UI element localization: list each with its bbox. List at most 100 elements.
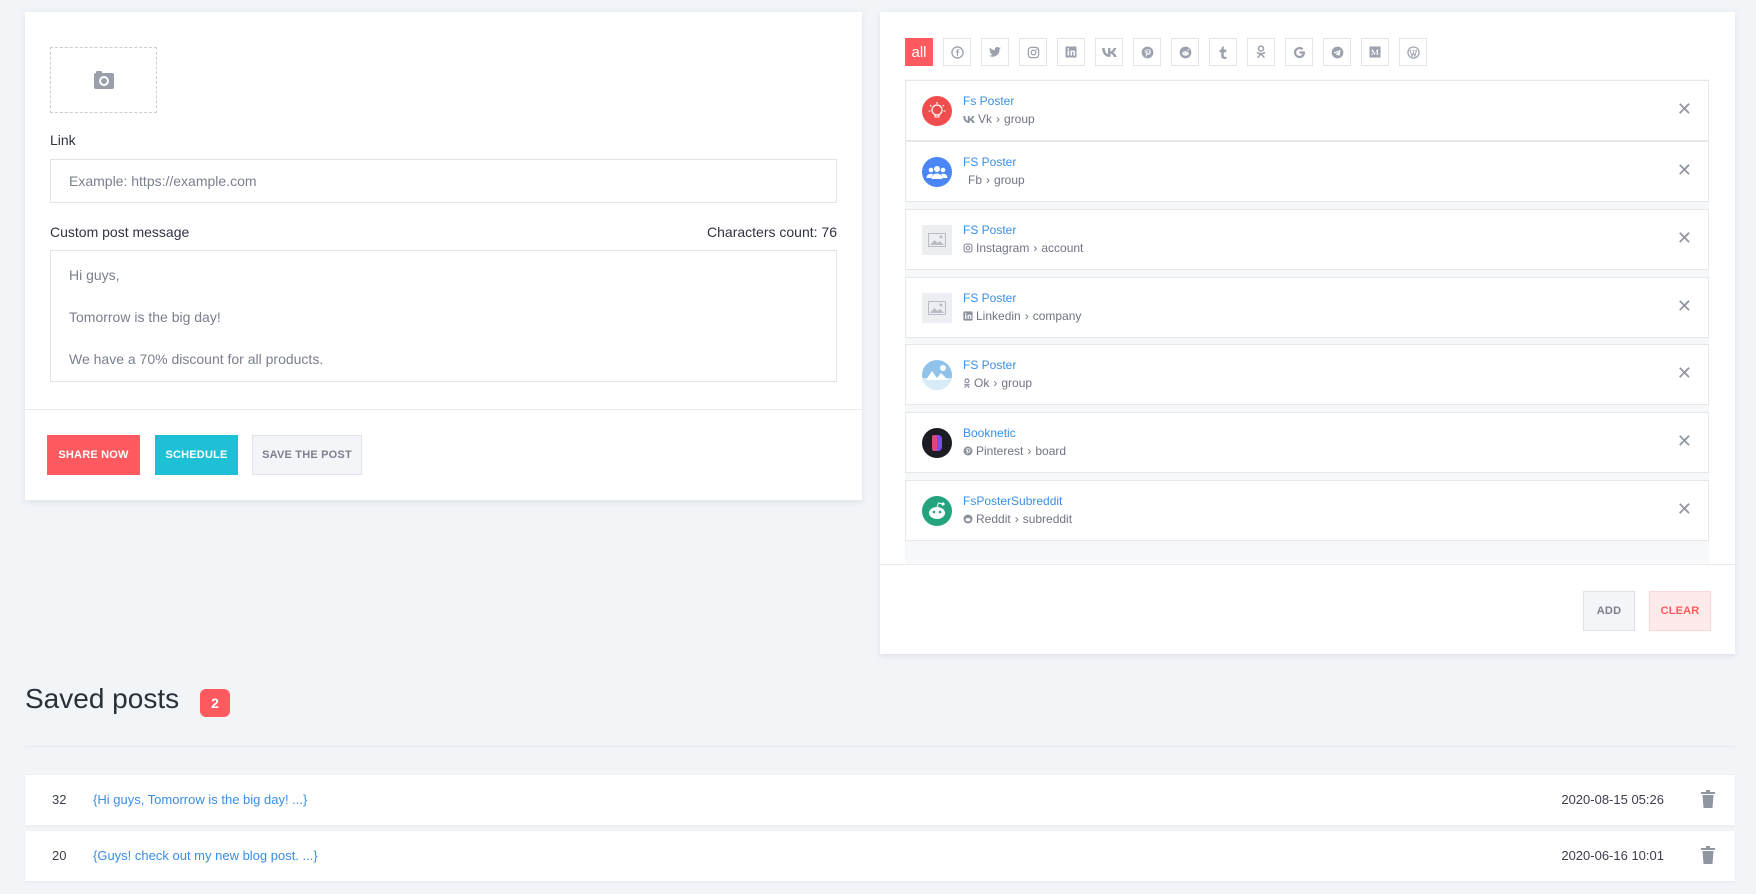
chevron-right-icon: › — [993, 376, 998, 390]
divider — [880, 564, 1735, 565]
avatar — [922, 428, 952, 458]
account-meta: Reddit › subreddit — [963, 512, 1072, 526]
chevron-right-icon: › — [1014, 512, 1019, 526]
account-network: Instagram — [976, 241, 1030, 255]
remove-icon[interactable]: ✕ — [1677, 99, 1692, 120]
trash-icon[interactable] — [1701, 846, 1715, 864]
medium-icon[interactable] — [1361, 38, 1389, 66]
account-meta: Ok › group — [963, 376, 1032, 390]
characters-count: Characters count: 76 — [707, 224, 837, 240]
chevron-right-icon: › — [986, 173, 991, 187]
remove-icon[interactable]: ✕ — [1677, 499, 1692, 520]
linkedin-icon — [963, 311, 973, 321]
odnoklassniki-icon[interactable] — [1247, 38, 1275, 66]
remove-icon[interactable]: ✕ — [1677, 296, 1692, 317]
odnoklassniki-icon — [963, 377, 971, 388]
account-row: Fs Poster Vk › group ✕ — [905, 80, 1709, 141]
post-composer-card: Link Custom post message Characters coun… — [25, 12, 862, 500]
vk-icon — [963, 115, 975, 123]
remove-icon[interactable]: ✕ — [1677, 363, 1692, 384]
add-button[interactable]: ADD — [1583, 591, 1635, 631]
account-network: Reddit — [976, 512, 1011, 526]
saved-posts-title: Saved posts — [25, 683, 180, 714]
clear-button[interactable]: CLEAR — [1649, 591, 1711, 631]
save-post-button[interactable]: SAVE THE POST — [252, 435, 362, 475]
image-placeholder-icon — [928, 233, 946, 247]
account-type: account — [1041, 241, 1084, 255]
avatar — [922, 225, 952, 255]
chevron-right-icon: › — [996, 112, 1001, 126]
account-type: group — [1004, 112, 1035, 126]
share-now-button[interactable]: SHARE NOW — [47, 435, 140, 475]
saved-post-row: 32 {Hi guys, Tomorrow is the big day! ..… — [25, 775, 1735, 825]
wordpress-icon[interactable] — [1399, 38, 1427, 66]
google-icon[interactable] — [1285, 38, 1313, 66]
account-meta: Pinterest › board — [963, 444, 1066, 458]
account-type: group — [1001, 376, 1033, 390]
image-placeholder-icon — [928, 301, 946, 315]
avatar — [922, 96, 952, 126]
network-filter-bar: all — [905, 38, 1427, 66]
account-network: Ok — [974, 376, 990, 390]
link-label: Link — [50, 132, 76, 148]
reddit-icon — [963, 514, 973, 524]
image-upload-area[interactable] — [50, 47, 157, 113]
remove-icon[interactable]: ✕ — [1677, 228, 1692, 249]
instagram-icon — [963, 243, 973, 253]
instagram-icon[interactable] — [1019, 38, 1047, 66]
account-row: FS Poster Ok › group ✕ — [905, 344, 1709, 405]
divider — [25, 409, 862, 410]
account-meta: Fb › group — [963, 173, 1025, 187]
pinterest-icon — [963, 446, 973, 456]
avatar — [922, 293, 952, 323]
divider — [25, 746, 1735, 747]
reddit-icon[interactable] — [1171, 38, 1199, 66]
account-network: Linkedin — [976, 309, 1021, 323]
camera-icon — [93, 71, 114, 89]
account-name[interactable]: FsPosterSubreddit — [963, 494, 1062, 508]
account-meta: Vk › group — [963, 112, 1035, 126]
post-id: 20 — [52, 848, 67, 863]
custom-message-textarea[interactable]: Hi guys, Tomorrow is the big day! We hav… — [50, 250, 837, 382]
account-network: Vk — [978, 112, 993, 126]
telegram-icon[interactable] — [1323, 38, 1351, 66]
account-network: Pinterest — [976, 444, 1024, 458]
saved-posts-count-badge: 2 — [200, 689, 230, 717]
trash-icon[interactable] — [1701, 790, 1715, 808]
twitter-icon[interactable] — [981, 38, 1009, 66]
account-row: FS Poster Fb › group ✕ — [905, 141, 1709, 202]
account-type: group — [994, 173, 1025, 187]
account-name[interactable]: FS Poster — [963, 155, 1016, 169]
account-type: subreddit — [1022, 512, 1073, 526]
vk-icon[interactable] — [1095, 38, 1123, 66]
account-row: Booknetic Pinterest › board ✕ — [905, 412, 1709, 473]
account-name[interactable]: FS Poster — [963, 223, 1016, 237]
account-name[interactable]: FS Poster — [963, 358, 1016, 372]
account-meta: Instagram › account — [963, 241, 1083, 255]
account-row: FS Poster Instagram › account ✕ — [905, 209, 1709, 270]
linkedin-icon[interactable] — [1057, 38, 1085, 66]
facebook-icon[interactable] — [943, 38, 971, 66]
account-type: board — [1035, 444, 1067, 458]
avatar — [922, 360, 952, 390]
message-label: Custom post message — [50, 224, 190, 240]
schedule-button[interactable]: SCHEDULE — [155, 435, 238, 475]
account-name[interactable]: Fs Poster — [963, 94, 1014, 108]
post-date: 2020-06-16 10:01 — [1561, 848, 1664, 863]
post-link[interactable]: {Guys! check out my new blog post. ...} — [93, 848, 318, 863]
accounts-card: all Fs Poster Vk › group ✕ FS Poster Fb … — [880, 12, 1735, 654]
account-name[interactable]: Booknetic — [963, 426, 1016, 440]
account-name[interactable]: FS Poster — [963, 291, 1016, 305]
remove-icon[interactable]: ✕ — [1677, 431, 1692, 452]
account-row: FsPosterSubreddit Reddit › subreddit ✕ — [905, 480, 1709, 541]
filter-all[interactable]: all — [905, 38, 933, 66]
tumblr-icon[interactable] — [1209, 38, 1237, 66]
account-type: company — [1032, 309, 1082, 323]
remove-icon[interactable]: ✕ — [1677, 160, 1692, 181]
account-row: FS Poster Linkedin › company ✕ — [905, 277, 1709, 338]
saved-post-row: 20 {Guys! check out my new blog post. ..… — [25, 831, 1735, 881]
post-id: 32 — [52, 792, 67, 807]
pinterest-icon[interactable] — [1133, 38, 1161, 66]
link-input[interactable] — [50, 159, 837, 203]
post-link[interactable]: {Hi guys, Tomorrow is the big day! ...} — [93, 792, 307, 807]
